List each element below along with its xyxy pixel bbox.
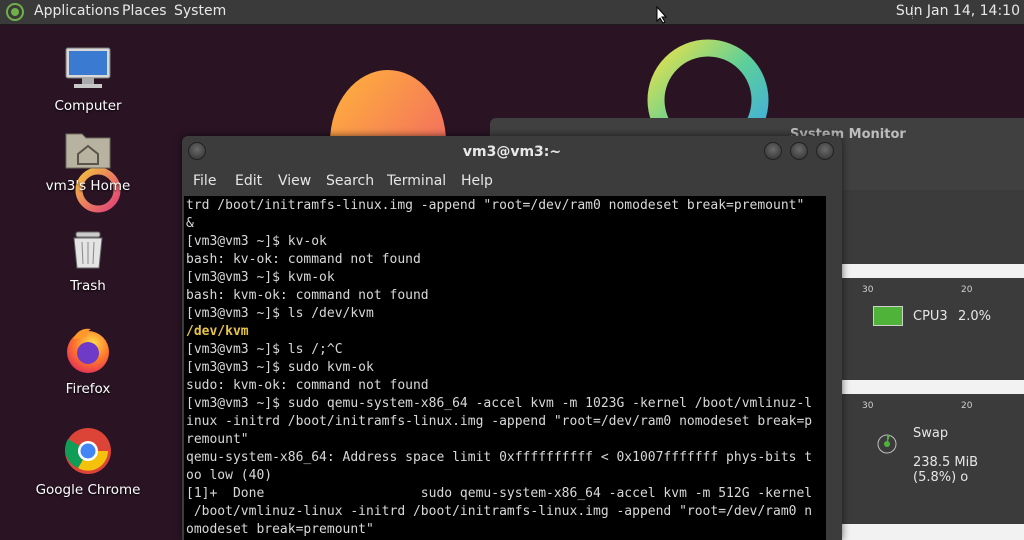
system-monitor-content [838,190,1024,540]
terminal-titlebar[interactable]: vm3@vm3:~ [182,136,842,168]
menu-view[interactable]: View [278,173,311,189]
desktop-icon-chrome[interactable]: Google Chrome [33,426,143,498]
graph-tick-label: 30 [862,285,874,295]
home-folder-icon [65,133,111,169]
close-button[interactable] [816,142,834,160]
swap-pie-icon [877,434,897,454]
desktop-icon-label: Google Chrome [35,482,141,498]
swap-value: 238.5 MiB (5.8%) o [913,455,979,485]
terminal-line: inux -initrd /boot/initramfs-linux.img -… [186,414,813,429]
graph-tick-label: 20 [961,401,973,411]
menu-file[interactable]: File [193,173,216,189]
minimize-button[interactable] [764,142,782,160]
desktop-icon-label: Computer [54,98,122,114]
desktop-icon-firefox[interactable]: Firefox [33,325,143,397]
cpu3-color-swatch[interactable] [873,306,903,326]
terminal-window[interactable]: vm3@vm3:~ File Edit View Search Terminal… [182,136,842,540]
terminal-title: vm3@vm3:~ [462,144,562,160]
terminal-line: [vm3@vm3 ~]$ sudo qemu-system-x86_64 -ac… [186,396,813,411]
memory-history-graph [840,380,1024,394]
menu-help[interactable]: Help [461,173,493,189]
mouse-pointer-icon [656,6,668,24]
wallpaper-ring-shape [647,39,769,126]
maximize-button[interactable] [790,142,808,160]
firefox-icon [67,328,109,373]
cpu3-label: CPU3 [913,309,948,324]
graph-tick-label: 20 [961,285,973,295]
terminal-line: oo low (40) [186,468,273,483]
desktop-icon-label: Trash [70,278,106,294]
terminal-line: bash: kvm-ok: command not found [186,288,429,303]
terminal-scrollbar[interactable] [828,196,842,540]
computer-icon [65,47,111,88]
trash-icon [73,231,103,269]
terminal-line: trd /boot/initramfs-linux.img -append "r… [186,198,805,213]
terminal-line-highlight: /dev/kvm [186,324,249,339]
menu-edit[interactable]: Edit [235,173,262,189]
terminal-line: [vm3@vm3 ~]$ kvm-ok [186,270,335,285]
menu-search[interactable]: Search [326,173,374,189]
terminal-line: & [186,216,194,231]
terminal-line: sudo: kvm-ok: command not found [186,378,429,393]
network-history-graph [840,524,1024,540]
desktop-icon-label: vm3's Home [45,178,131,194]
terminal-line: omodeset break=premount" [186,522,374,537]
top-panel: Applications Places System Sun Jan 14, 1… [0,0,1024,25]
terminal-line: [vm3@vm3 ~]$ sudo kvm-ok [186,360,374,375]
places-menu[interactable]: Places [122,3,167,19]
graph-tick-label: 30 [862,401,874,411]
chrome-icon [65,428,111,474]
terminal-output[interactable]: trd /boot/initramfs-linux.img -append "r… [184,196,826,540]
terminal-line: [vm3@vm3 ~]$ kv-ok [186,234,327,249]
desktop-icon-computer[interactable]: Computer [33,46,143,114]
swap-label: Swap [913,426,949,441]
terminal-line: /boot/vmlinuz-linux -initrd /boot/initra… [186,504,813,519]
terminal-line: remount" [186,432,249,447]
desktop-icon-label: Firefox [65,381,111,397]
clock[interactable]: Sun Jan 14, 14:10 [896,3,1020,19]
terminal-line: bash: kv-ok: command not found [186,252,421,267]
desktop-icon-home[interactable]: vm3's Home [33,128,143,194]
terminal-line: [vm3@vm3 ~]$ ls /;^C [186,342,343,357]
cpu-history-graph [840,264,1024,278]
menu-terminal[interactable]: Terminal [387,173,446,189]
system-menu[interactable]: System [174,3,226,19]
distro-logo-icon[interactable] [6,3,24,21]
terminal-line: [vm3@vm3 ~]$ ls /dev/kvm [186,306,374,321]
terminal-menubar: File Edit View Search Terminal Help [182,170,842,194]
cpu3-value: 2.0% [958,309,992,324]
applications-menu[interactable]: Applications [34,3,120,19]
terminal-line: [1]+ Done sudo qemu-system-x86_64 -accel… [186,486,813,501]
terminal-line: qemu-system-x86_64: Address space limit … [186,450,813,465]
desktop-icon-trash[interactable]: Trash [33,228,143,294]
